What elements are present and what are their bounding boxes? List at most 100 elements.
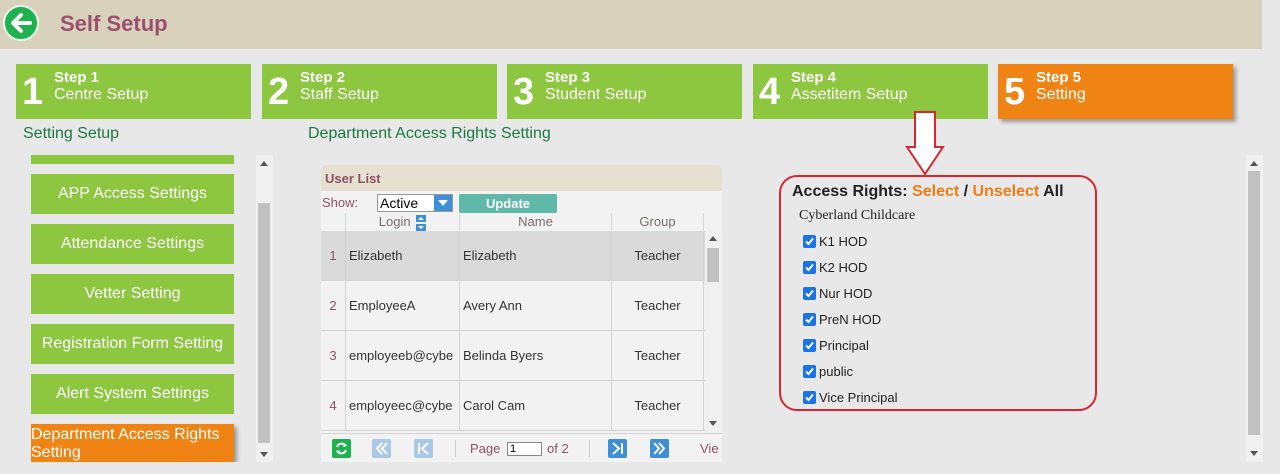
setting-menu-item-vetter[interactable]: Vetter Setting (31, 274, 234, 314)
cell-login: EmployeeA (346, 281, 460, 331)
back-button[interactable] (3, 5, 39, 41)
page-number-input[interactable]: 1 (507, 442, 542, 456)
show-select-value: Active (380, 195, 419, 211)
grid-pager: Page 1 of 2 Vie (321, 433, 722, 462)
sort-icon[interactable] (416, 214, 427, 231)
cell-name: Carol Cam (460, 381, 612, 431)
scroll-up-icon[interactable] (260, 161, 268, 166)
organization-name: Cyberland Childcare (799, 208, 916, 223)
access-rights-header: Access Rights: Select / Unselect All (792, 183, 1064, 201)
show-select[interactable]: Active (377, 194, 453, 212)
scroll-up-icon[interactable] (709, 236, 717, 241)
setting-menu-item-alert-system[interactable]: Alert System Settings (31, 374, 234, 414)
check-icon (805, 367, 814, 376)
step-name: Student Setup (545, 86, 647, 103)
checkbox-label: PreN HOD (819, 312, 882, 327)
setting-menu-item-app-access[interactable]: APP Access Settings (31, 174, 234, 214)
scroll-thumb[interactable] (258, 203, 270, 443)
setting-menu-item-attendance[interactable]: Attendance Settings (31, 224, 234, 264)
grid-scrollbar[interactable] (705, 231, 722, 433)
checkbox[interactable] (803, 313, 816, 326)
step-label: Step 2 (300, 69, 346, 86)
scroll-up-icon[interactable] (1250, 161, 1258, 166)
access-rights-panel: Access Rights: Select / Unselect All Cyb… (779, 175, 1097, 411)
unselect-all-link[interactable]: Unselect (973, 183, 1040, 200)
cell-group: Teacher (612, 231, 704, 281)
table-row[interactable]: 3 employeeb@cybe Belinda Byers Teacher (321, 331, 705, 381)
table-row[interactable]: 4 employeec@cybe Carol Cam Teacher (321, 381, 705, 431)
row-number: 1 (321, 231, 346, 281)
view-records-label: Vie (700, 441, 719, 456)
column-header-group[interactable]: Group (612, 213, 704, 231)
scroll-down-icon[interactable] (709, 421, 717, 426)
cell-group: Teacher (612, 331, 704, 381)
step-2-staff-setup[interactable]: 2 Step 2 Staff Setup (262, 64, 497, 119)
page-label: Page (470, 441, 501, 456)
setting-menu-scrollbar[interactable] (256, 155, 273, 462)
refresh-icon[interactable] (332, 439, 351, 458)
setting-menu-item-registration-form[interactable]: Registration Form Setting (31, 324, 234, 364)
scroll-down-icon[interactable] (260, 452, 268, 457)
first-page-icon[interactable] (372, 439, 391, 458)
setting-menu: APP Access Settings Attendance Settings … (18, 155, 273, 462)
check-icon (805, 237, 814, 246)
slash-separator: / (963, 183, 969, 200)
row-number: 3 (321, 331, 346, 381)
scroll-down-icon[interactable] (1250, 451, 1258, 456)
step-5-setting[interactable]: 5 Step 5 Setting (998, 64, 1233, 119)
pager-separator (455, 440, 456, 457)
step-label: Step 3 (545, 69, 591, 86)
step-label: Step 1 (54, 69, 100, 86)
row-number: 4 (321, 381, 346, 431)
step-name: Centre Setup (54, 86, 149, 103)
row-number: 2 (321, 281, 346, 331)
prev-page-icon[interactable] (414, 439, 433, 458)
cell-login: employeeb@cybe (346, 331, 460, 381)
check-icon (805, 263, 814, 272)
next-page-icon[interactable] (608, 439, 627, 458)
step-3-student-setup[interactable]: 3 Step 3 Student Setup (507, 64, 742, 119)
page-title: Self Setup (60, 11, 168, 36)
checkbox-label: Principal (819, 338, 869, 353)
page-count-label: of 2 (547, 441, 569, 456)
checkbox-label: Nur HOD (819, 286, 873, 301)
table-row[interactable]: 2 EmployeeA Avery Ann Teacher (321, 281, 705, 331)
check-icon (805, 341, 814, 350)
checkbox[interactable] (803, 391, 816, 404)
chevron-down-icon (434, 195, 452, 211)
step-name: Setting (1036, 86, 1086, 103)
cell-name: Avery Ann (460, 281, 612, 331)
step-number: 1 (22, 71, 44, 113)
cell-login: Elizabeth (346, 231, 460, 281)
table-row[interactable]: 1 Elizabeth Elizabeth Teacher (321, 231, 705, 281)
access-rights-label: Access Rights: (792, 183, 908, 200)
column-header-login[interactable]: Login (346, 213, 460, 231)
checkbox[interactable] (803, 261, 816, 274)
checkbox[interactable] (803, 365, 816, 378)
row-number-header (321, 213, 346, 231)
update-button[interactable]: Update (459, 194, 557, 213)
dept-access-title: Department Access Rights Setting (308, 125, 551, 142)
column-header-name[interactable]: Name (460, 213, 612, 231)
setting-setup-title: Setting Setup (23, 125, 120, 142)
back-arrow-icon (11, 13, 32, 33)
step-label: Step 5 (1036, 69, 1082, 86)
down-arrow-icon (905, 111, 945, 176)
scroll-thumb[interactable] (1248, 171, 1260, 435)
checkbox[interactable] (803, 235, 816, 248)
check-icon (805, 393, 814, 402)
scroll-thumb[interactable] (707, 248, 719, 282)
step-1-centre-setup[interactable]: 1 Step 1 Centre Setup (16, 64, 251, 119)
cell-group: Teacher (612, 281, 704, 331)
page-scrollbar[interactable] (1246, 155, 1263, 462)
step-4-assetitem-setup[interactable]: 4 Step 4 Assetitem Setup (753, 64, 988, 119)
setting-menu-item-dept-access-rights[interactable]: Department Access Rights Setting (31, 424, 234, 462)
checkbox-label: K2 HOD (819, 260, 868, 275)
last-page-icon[interactable] (650, 439, 669, 458)
setting-menu-item-partial[interactable] (31, 155, 234, 164)
checkbox[interactable] (803, 287, 816, 300)
checkbox[interactable] (803, 339, 816, 352)
all-label: All (1043, 183, 1064, 200)
select-all-link[interactable]: Select (912, 183, 959, 200)
step-number: 2 (268, 71, 290, 113)
